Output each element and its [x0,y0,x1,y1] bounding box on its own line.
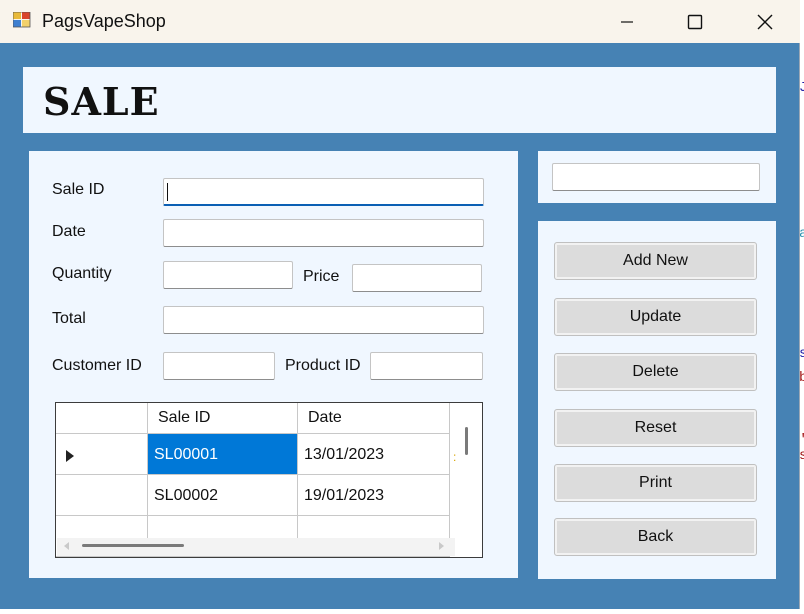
window-title: PagsVapeShop [42,11,166,31]
reset-button[interactable]: Reset [554,409,757,447]
scroll-right-arrow-icon[interactable] [439,542,444,550]
price-field[interactable] [352,264,482,292]
date-label: Date [52,223,86,240]
actions-panel: Add New Update Delete Reset Print Back [538,221,776,579]
sale-form-panel: Sale ID Date Quantity Price Total Custom… [29,151,518,578]
header-panel: SALE [23,67,776,133]
scroll-left-arrow-icon[interactable] [64,542,69,550]
table-cell-date[interactable]: 13/01/2023 [298,434,450,475]
search-input[interactable] [552,163,760,191]
clipped-cell-fragment: : [453,450,457,464]
total-label: Total [52,310,86,327]
search-panel [538,151,776,203]
back-button[interactable]: Back [554,518,757,556]
minimize-icon [621,20,633,23]
horizontal-scrollbar[interactable] [57,538,455,556]
quantity-field[interactable] [163,261,293,289]
text-caret [167,183,168,201]
sale-id-label: Sale ID [52,181,105,198]
title-bar[interactable]: PagsVapeShop [0,0,800,43]
total-field[interactable] [163,306,484,334]
add-new-button[interactable]: Add New [554,242,757,280]
table-cell-date[interactable]: 19/01/2023 [298,475,450,516]
table-cell-sale-id[interactable]: SL00002 [148,475,298,516]
customer-id-label: Customer ID [52,357,142,374]
app-window: PagsVapeShop SALE Sale ID Date Quantity … [0,0,800,609]
update-button[interactable]: Update [554,298,757,336]
current-row-arrow-icon [66,450,74,462]
column-header-date[interactable]: Date [298,403,450,434]
page-title: SALE [43,79,160,124]
maximize-button[interactable] [672,0,718,43]
delete-button[interactable]: Delete [554,353,757,391]
sales-data-grid[interactable]: Sale ID Date SL00001 13/01/2023 : SL0000… [55,402,483,558]
vertical-scrollbar-thumb[interactable] [465,427,468,455]
quantity-label: Quantity [52,265,112,282]
price-label: Price [303,268,340,285]
product-id-label: Product ID [285,357,361,374]
close-icon [757,14,773,29]
table-cell-sale-id[interactable]: SL00001 [148,434,298,475]
column-header-sale-id[interactable]: Sale ID [148,403,298,434]
print-button[interactable]: Print [554,464,757,502]
minimize-button[interactable] [604,0,650,43]
product-id-field[interactable] [370,352,483,380]
row-header[interactable] [56,475,148,516]
customer-id-field[interactable] [163,352,275,380]
date-field[interactable] [163,219,484,247]
sale-id-field[interactable] [163,178,484,206]
horizontal-scrollbar-thumb[interactable] [82,544,184,547]
row-header-corner [56,403,148,434]
app-icon [13,12,31,28]
close-button[interactable] [742,0,788,43]
maximize-icon [687,14,703,29]
